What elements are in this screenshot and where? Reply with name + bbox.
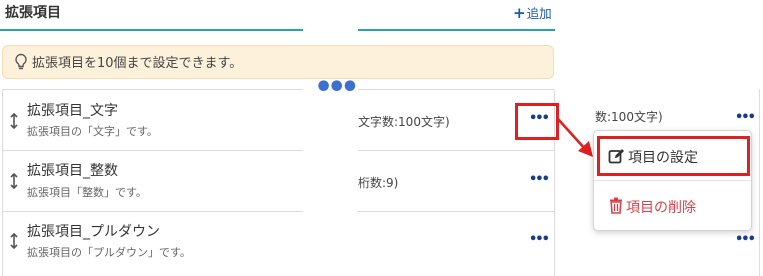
more-options-icon[interactable]: ••• (529, 232, 550, 247)
header-divider (0, 29, 303, 31)
row-divider (358, 89, 555, 90)
header-divider-right (358, 29, 555, 31)
highlight-box (515, 103, 559, 140)
right-panel-border (759, 89, 760, 276)
menu-divider (594, 180, 751, 181)
delete-label[interactable]: 項目の削除 (626, 197, 696, 217)
item-fragment-text: 桁数:9) (358, 176, 399, 190)
edit-icon (608, 149, 624, 164)
trash-icon (610, 197, 622, 214)
more-options-icon[interactable]: ••• (735, 232, 756, 247)
section-title: 拡張項目 (5, 5, 61, 21)
list-item: 拡張項目_文字 拡張項目の「文字」です。 (2, 90, 303, 150)
add-item-link[interactable]: +追加 (513, 3, 552, 22)
drag-handle-icon[interactable] (8, 232, 20, 250)
row-divider (358, 150, 555, 151)
plus-icon: + (513, 4, 526, 22)
notice-text: 拡張項目を10個まで設定できます。 (32, 56, 243, 71)
lightbulb-icon (15, 53, 27, 70)
item-description: 拡張項目「整数」です。 (27, 186, 147, 199)
list-item: 拡張項目_プルダウン 拡張項目の「プルダウン」です。 (2, 212, 303, 272)
more-options-icon[interactable]: ••• (529, 172, 550, 187)
item-title: 拡張項目_整数 (27, 163, 118, 179)
row-divider (358, 211, 555, 212)
item-description: 拡張項目の「プルダウン」です。 (27, 246, 191, 259)
drag-handle-icon[interactable] (8, 172, 20, 190)
list-item: 拡張項目_整数 拡張項目「整数」です。 (2, 151, 303, 211)
settings-label[interactable]: 項目の設定 (628, 147, 698, 167)
add-item-label: 追加 (526, 6, 552, 21)
item-fragment-text: 文字数:100文字) (358, 115, 450, 129)
arrow-icon (557, 118, 593, 157)
item-description: 拡張項目の「文字」です。 (27, 125, 158, 138)
item-fragment-text: 数:100文字) (595, 110, 663, 124)
more-options-icon[interactable]: ••• (735, 110, 756, 125)
drag-handle-icon[interactable] (8, 112, 20, 130)
item-title: 拡張項目_文字 (27, 103, 118, 119)
item-title: 拡張項目_プルダウン (27, 224, 160, 240)
omission-ellipsis-icon: ••• (314, 70, 359, 105)
